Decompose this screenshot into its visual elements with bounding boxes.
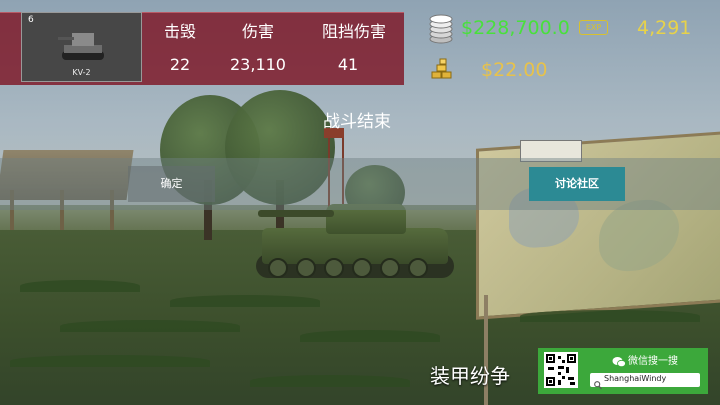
- game-title: 装甲纷争: [430, 364, 510, 388]
- tank-wheel: [352, 258, 372, 278]
- vehicle-name: KV-2: [72, 68, 91, 77]
- blocked-damage-label: 阻挡伤害: [321, 22, 386, 41]
- battle-over-title: 战斗结束: [323, 112, 391, 132]
- tank-wheel: [296, 258, 316, 278]
- exp-value: 4,291: [637, 17, 692, 39]
- vehicle-tier: 6: [28, 15, 34, 25]
- vehicle-card: 6 KV-2: [21, 12, 142, 82]
- coin-stack-icon: [428, 14, 454, 48]
- gold-bars-icon: [431, 58, 453, 84]
- wechat-search-text: ShanghaiWindy: [604, 374, 667, 383]
- tank-wheel: [380, 258, 400, 278]
- discussion-community-button[interactable]: 讨论社区: [529, 167, 625, 201]
- grass-row: [60, 320, 240, 332]
- grass-row: [250, 375, 410, 387]
- grass-row: [520, 310, 700, 322]
- exp-badge: EXP: [579, 20, 608, 35]
- wechat-search-label: 微信搜一搜: [628, 356, 678, 367]
- grass-row: [20, 280, 140, 292]
- kills-label: 击毁: [163, 22, 196, 41]
- blocked-damage-value: 41: [337, 55, 359, 74]
- credits-value: $228,700.0: [461, 17, 570, 39]
- tank-wheel: [408, 258, 428, 278]
- wechat-icon: [612, 353, 626, 372]
- tank-wheel: [324, 258, 344, 278]
- confirm-button[interactable]: 确定: [128, 166, 215, 202]
- tank-gun: [258, 210, 334, 217]
- grass-row: [300, 330, 440, 342]
- kills-value: 22: [169, 55, 191, 74]
- grass-row: [10, 355, 210, 367]
- grass-row: [170, 295, 320, 307]
- search-icon: [594, 375, 602, 394]
- damage-label: 伤害: [241, 22, 274, 41]
- damage-value: 23,110: [230, 55, 286, 74]
- qr-code: [544, 352, 578, 388]
- tank-icon: [58, 29, 108, 67]
- gold-value: $22.00: [481, 59, 548, 81]
- tank-wheel: [268, 258, 288, 278]
